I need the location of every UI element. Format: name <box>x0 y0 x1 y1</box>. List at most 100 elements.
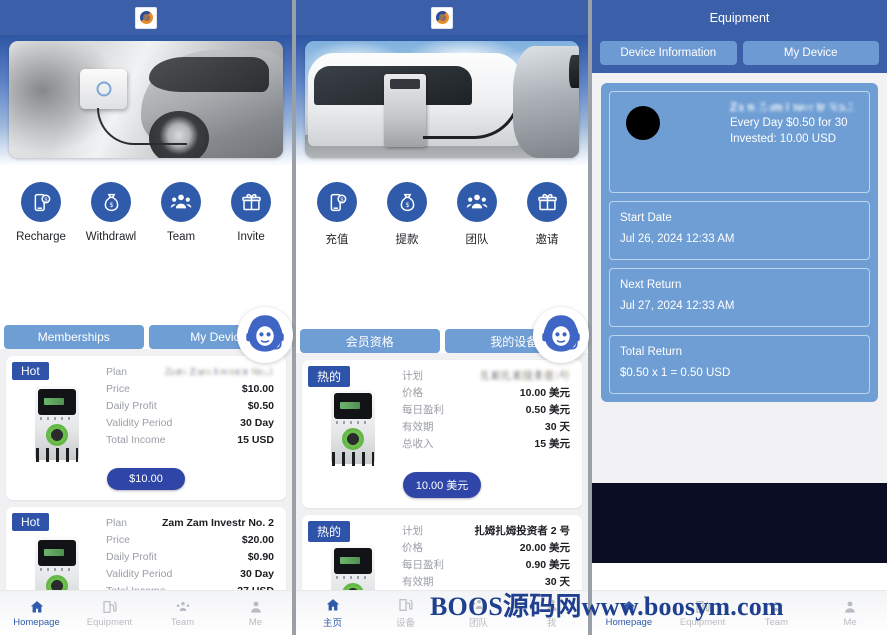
action-withdrawl[interactable]: $ 提款 <box>372 182 442 247</box>
car-window-shape <box>148 57 270 93</box>
action-invite[interactable]: Invite <box>216 182 286 243</box>
team-icon <box>770 601 783 611</box>
device-legs <box>36 448 78 462</box>
second-car-shape <box>513 45 579 158</box>
tab-memberships[interactable]: Memberships <box>4 325 144 349</box>
action-invite[interactable]: 邀请 <box>512 182 582 247</box>
device-screen <box>334 548 372 574</box>
plan-card[interactable]: Hot Plan Zam Zam Investr No.1 Price $10.00 <box>6 356 286 500</box>
charger-device-image <box>35 386 79 462</box>
people-group-icon <box>161 182 201 222</box>
plan-value: $0.90 <box>247 551 274 563</box>
tab-memberships[interactable]: 会员资格 <box>300 329 440 353</box>
plan-key: Daily Profit <box>106 551 157 563</box>
plan-row: 总收入 15 美元 <box>400 436 572 453</box>
person-icon <box>546 599 557 611</box>
equipment-body: Zam Zam Investr No.1 Every Day $0.50 for… <box>592 73 887 483</box>
nav-homepage[interactable]: 主页 <box>296 591 369 635</box>
plan-value: 扎姆扎姆投资者 2 号 <box>474 525 570 537</box>
nav-me[interactable]: Me <box>813 591 887 635</box>
home-icon <box>326 599 339 611</box>
nav-label: Homepage <box>13 616 60 628</box>
action-recharge[interactable]: $ Recharge <box>6 182 76 243</box>
plan-key: 有效期 <box>402 421 434 433</box>
plan-row: 计划 扎姆扎姆投资者1号 <box>400 368 572 385</box>
plan-row: Plan Zam Zam Investr No.1 <box>104 364 276 381</box>
action-team[interactable]: 团队 <box>442 182 512 247</box>
nav-label: Equipment <box>86 616 133 628</box>
team-icon <box>472 599 485 609</box>
nav-label: 主页 <box>322 618 342 629</box>
nav-homepage[interactable]: Homepage <box>0 591 73 635</box>
plan-key: 价格 <box>402 387 423 399</box>
nav-me[interactable]: 我 <box>515 591 588 635</box>
nav-label: Equipment <box>679 616 726 628</box>
action-label: Withdrawl <box>85 231 137 243</box>
plan-rows: Plan Zam Zam Investr No.1 Price $10.00 Dai… <box>98 364 276 460</box>
nav-label: Me <box>248 616 263 628</box>
plan-key: Plan <box>106 517 128 529</box>
page-title: Equipment <box>592 0 887 35</box>
nav-label: 团队 <box>468 618 488 629</box>
hot-badge: 热的 <box>308 366 351 387</box>
action-label: 充值 <box>325 234 349 246</box>
device-avatar <box>626 106 660 140</box>
nav-team[interactable]: Team <box>740 591 814 635</box>
tab-device-information[interactable]: Device Information <box>600 41 737 65</box>
buy-button[interactable]: $10.00 <box>107 468 185 490</box>
plan-row: 价格 10.00 美元 <box>400 385 572 402</box>
hero-banner-station-charging[interactable] <box>305 41 579 158</box>
gift-icon <box>231 182 271 222</box>
action-label: 提款 <box>395 234 419 246</box>
app-logo <box>431 6 453 29</box>
device-indicator-dots <box>40 568 74 571</box>
plan-key: 有效期 <box>402 576 434 588</box>
device-invested-line: Invested: 10.00 USD <box>729 133 837 145</box>
nav-equipment[interactable]: 设备 <box>369 591 442 635</box>
person-icon <box>250 600 261 613</box>
total-return-box: Total Return $0.50 x 1 = 0.50 USD <box>609 335 870 394</box>
action-team[interactable]: Team <box>146 182 216 243</box>
customer-service-avatar[interactable] <box>237 307 293 363</box>
hot-badge: 热的 <box>308 521 351 542</box>
nav-label: 设备 <box>395 618 415 629</box>
nav-me[interactable]: Me <box>219 591 292 635</box>
plan-row: 价格 20.00 美元 <box>400 540 572 557</box>
equipment-icon <box>102 600 117 613</box>
wall-charger-shape <box>80 69 127 109</box>
hero-banner-home-charging[interactable] <box>9 41 283 158</box>
nav-team[interactable]: 团队 <box>442 591 515 635</box>
nav-equipment[interactable]: Equipment <box>73 591 146 635</box>
total-return-value: $0.50 x 1 = 0.50 USD <box>620 367 731 379</box>
logo-mark-icon <box>435 11 449 24</box>
device-charge-port <box>342 428 364 450</box>
nav-team[interactable]: Team <box>146 591 219 635</box>
nav-homepage[interactable]: Homepage <box>592 591 666 635</box>
plan-row: 每日盈利 0.90 美元 <box>400 557 572 574</box>
nav-label: Me <box>843 616 857 628</box>
plan-key: Plan <box>106 366 128 378</box>
plan-row: Plan Zam Zam Investr No. 2 <box>104 515 276 532</box>
plan-card[interactable]: 热的 计划 扎姆扎姆投资者1号 价格 10.00 美元 每日盈利 0.50 美元… <box>302 360 582 508</box>
phone-dollar-icon: $ <box>317 182 357 222</box>
plan-key: 每日盈利 <box>402 559 444 571</box>
nav-label: Team <box>170 616 195 628</box>
device-legs <box>332 452 374 466</box>
quick-actions-zh: $ 充值 $ 提款 团队 邀请 <box>296 166 588 253</box>
team-icon <box>176 601 189 611</box>
bottom-nav-zh: 主页 设备 团队 我 <box>296 590 588 635</box>
customer-service-avatar[interactable] <box>533 307 589 363</box>
tab-my-device[interactable]: My Device <box>742 41 879 65</box>
plan-row: 有效期 30 天 <box>400 419 572 436</box>
plan-row: 每日盈利 0.50 美元 <box>400 402 572 419</box>
action-recharge[interactable]: $ 充值 <box>302 182 372 247</box>
buy-button[interactable]: 10.00 美元 <box>403 472 481 498</box>
svg-text:$: $ <box>109 201 113 208</box>
plan-value: 15 美元 <box>534 438 570 450</box>
plan-row: Price $10.00 <box>104 381 276 398</box>
nav-equipment[interactable]: Equipment <box>666 591 740 635</box>
action-withdrawl[interactable]: $ Withdrawl <box>76 182 146 243</box>
charging-station-shape <box>384 73 426 148</box>
next-return-box: Next Return Jul 27, 2024 12:33 AM <box>609 268 870 327</box>
hero-banner-wrap <box>0 35 292 166</box>
